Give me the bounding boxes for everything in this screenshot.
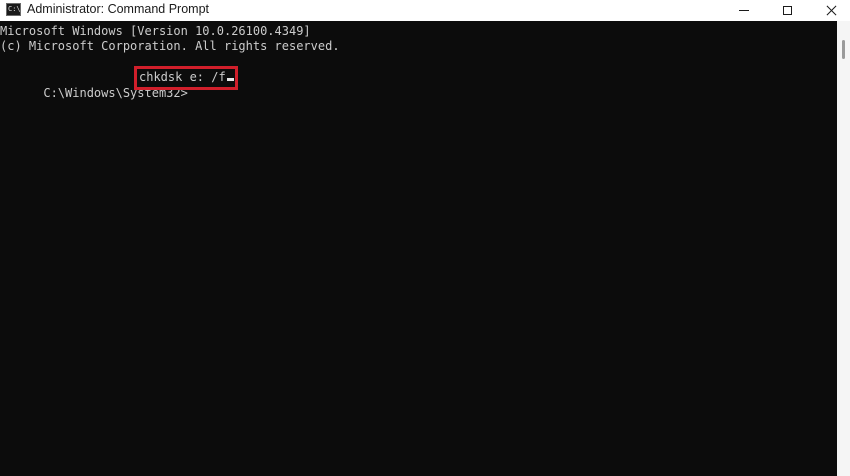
close-icon	[826, 5, 837, 16]
command-prompt-window: C:\ Administrator: Command Prompt Micros…	[0, 0, 850, 476]
version-line: Microsoft Windows [Version 10.0.26100.43…	[0, 24, 311, 38]
maximize-button[interactable]	[765, 0, 809, 21]
title-bar[interactable]: C:\ Administrator: Command Prompt	[0, 0, 850, 21]
close-button[interactable]	[809, 0, 850, 21]
vertical-scrollbar[interactable]	[837, 21, 850, 476]
command-text: chkdsk e: /f	[139, 70, 226, 84]
maximize-icon	[782, 6, 792, 15]
cmd-icon[interactable]: C:\	[6, 3, 21, 16]
copyright-line: (c) Microsoft Corporation. All rights re…	[0, 39, 340, 53]
minimize-button[interactable]	[722, 0, 766, 21]
terminal-output[interactable]: Microsoft Windows [Version 10.0.26100.43…	[0, 21, 837, 476]
window-title: Administrator: Command Prompt	[27, 2, 210, 16]
text-cursor	[226, 78, 234, 81]
cmd-icon-glyph: C:\	[8, 5, 21, 13]
scrollbar-thumb[interactable]	[842, 40, 845, 59]
command-input[interactable]: chkdsk e: /f	[139, 70, 234, 86]
minimize-icon	[739, 10, 749, 11]
